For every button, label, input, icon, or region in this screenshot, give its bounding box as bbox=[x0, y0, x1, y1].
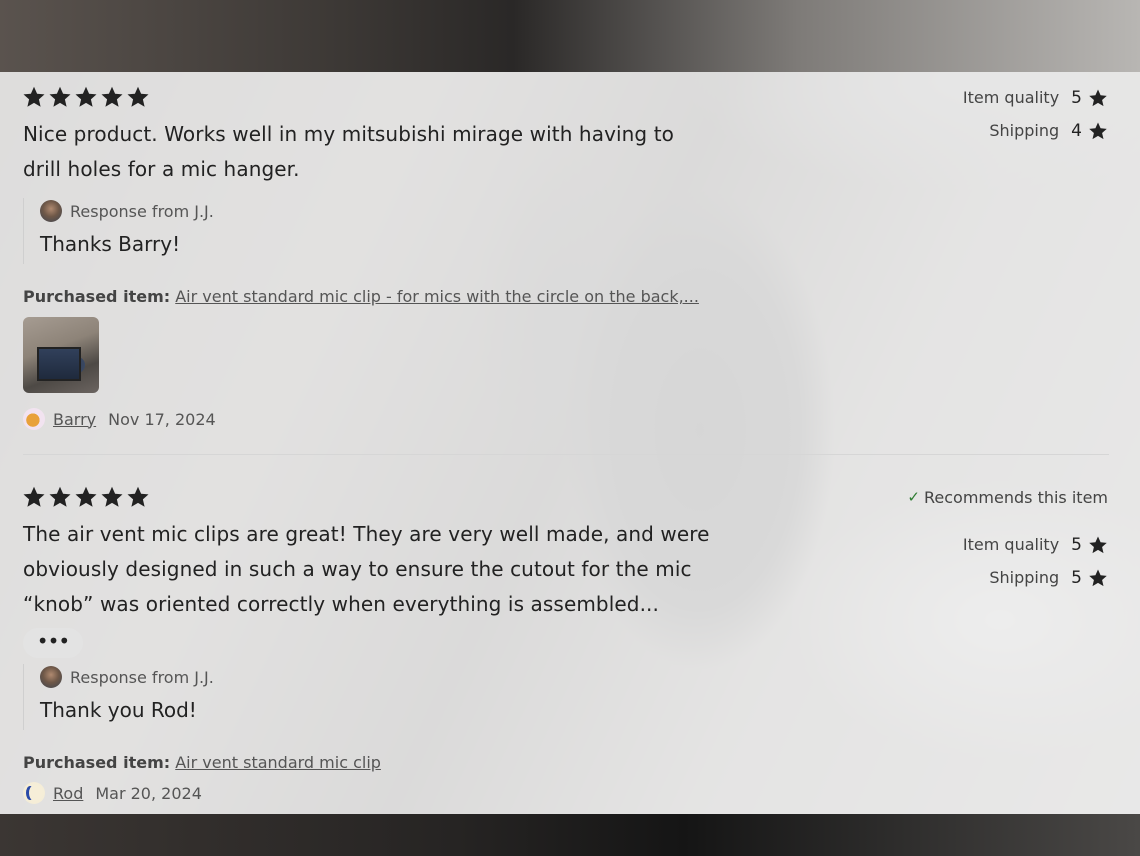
expand-review-button[interactable]: ••• bbox=[23, 628, 83, 658]
review-photo[interactable] bbox=[23, 317, 99, 393]
rating-breakdown: ✓ Recommends this item Item quality 5 Sh… bbox=[907, 482, 1108, 594]
avatar bbox=[23, 782, 45, 804]
star-icon bbox=[74, 85, 98, 109]
rating-breakdown: Item quality 5 Shipping 4 bbox=[963, 81, 1108, 147]
review-text-line: obviously designed in such a way to ensu… bbox=[23, 557, 692, 581]
background-top-strip bbox=[0, 0, 1140, 72]
rating-item-quality: Item quality 5 bbox=[907, 528, 1108, 561]
recommends-text: Recommends this item bbox=[924, 487, 1108, 507]
author-name-link[interactable]: Barry bbox=[53, 410, 96, 429]
review-date: Nov 17, 2024 bbox=[108, 409, 216, 429]
review-author: Rod Mar 20, 2024 bbox=[23, 782, 202, 804]
review-text: Nice product. Works well in my mitsubish… bbox=[23, 117, 713, 187]
avatar bbox=[40, 200, 62, 222]
moon-icon bbox=[29, 786, 37, 800]
review-text-line: Nice product. Works well in my mitsubish… bbox=[23, 122, 674, 146]
purchased-item: Purchased item: Air vent standard mic cl… bbox=[23, 287, 699, 306]
star-icon bbox=[1088, 535, 1108, 555]
review-text-line: “knob” was oriented correctly when every… bbox=[23, 592, 659, 616]
review-text-line: drill holes for a mic hanger. bbox=[23, 157, 300, 181]
review-text: The air vent mic clips are great! They a… bbox=[23, 517, 713, 622]
rating-label: Shipping bbox=[989, 121, 1060, 140]
star-icon bbox=[1088, 121, 1108, 141]
purchased-item-link[interactable]: Air vent standard mic clip bbox=[175, 753, 381, 772]
rating-shipping: Shipping 4 bbox=[963, 114, 1108, 147]
rating-label: Item quality bbox=[962, 535, 1060, 554]
background-bottom-strip bbox=[0, 814, 1140, 856]
star-icon bbox=[48, 85, 72, 109]
response-text: Thanks Barry! bbox=[40, 232, 181, 256]
rating-value: 4 bbox=[1071, 120, 1082, 141]
seller-response: Response from J.J. Thanks Barry! bbox=[23, 198, 440, 264]
response-header: Response from J.J. bbox=[40, 664, 440, 690]
author-name-link[interactable]: Rod bbox=[53, 784, 83, 803]
response-from: Response from J.J. bbox=[70, 201, 214, 221]
rating-shipping: Shipping 5 bbox=[907, 561, 1108, 594]
purchased-label: Purchased item: bbox=[23, 753, 171, 772]
avatar bbox=[40, 666, 62, 688]
purchased-item-link[interactable]: Air vent standard mic clip - for mics wi… bbox=[175, 287, 699, 306]
rating-value: 5 bbox=[1071, 567, 1082, 588]
star-icon bbox=[48, 485, 72, 509]
recommends-badge: ✓ Recommends this item bbox=[907, 482, 1108, 512]
purchased-label: Purchased item: bbox=[23, 287, 171, 306]
star-icon bbox=[1088, 88, 1108, 108]
response-text: Thank you Rod! bbox=[40, 698, 197, 722]
review-divider bbox=[23, 454, 1109, 455]
check-icon: ✓ bbox=[907, 488, 920, 506]
star-rating bbox=[22, 485, 150, 509]
rating-item-quality: Item quality 5 bbox=[963, 81, 1108, 114]
review-author: Barry Nov 17, 2024 bbox=[23, 408, 216, 430]
rating-value: 5 bbox=[1071, 534, 1082, 555]
rating-label: Item quality bbox=[962, 88, 1060, 107]
star-icon bbox=[74, 485, 98, 509]
response-from: Response from J.J. bbox=[70, 667, 214, 687]
star-icon bbox=[22, 85, 46, 109]
star-icon bbox=[1088, 568, 1108, 588]
star-icon bbox=[100, 85, 124, 109]
star-icon bbox=[22, 485, 46, 509]
star-icon bbox=[126, 485, 150, 509]
reviews-panel: Nice product. Works well in my mitsubish… bbox=[0, 72, 1140, 814]
rating-value: 5 bbox=[1071, 87, 1082, 108]
review-photo-detail bbox=[37, 347, 81, 381]
review-text-line: The air vent mic clips are great! They a… bbox=[23, 522, 710, 546]
star-rating bbox=[22, 85, 150, 109]
response-header: Response from J.J. bbox=[40, 198, 440, 224]
review-date: Mar 20, 2024 bbox=[95, 783, 202, 803]
seller-response: Response from J.J. Thank you Rod! bbox=[23, 664, 440, 730]
rating-label: Shipping bbox=[989, 568, 1060, 587]
star-icon bbox=[126, 85, 150, 109]
avatar bbox=[23, 408, 45, 430]
purchased-item: Purchased item: Air vent standard mic cl… bbox=[23, 753, 381, 772]
star-icon bbox=[100, 485, 124, 509]
